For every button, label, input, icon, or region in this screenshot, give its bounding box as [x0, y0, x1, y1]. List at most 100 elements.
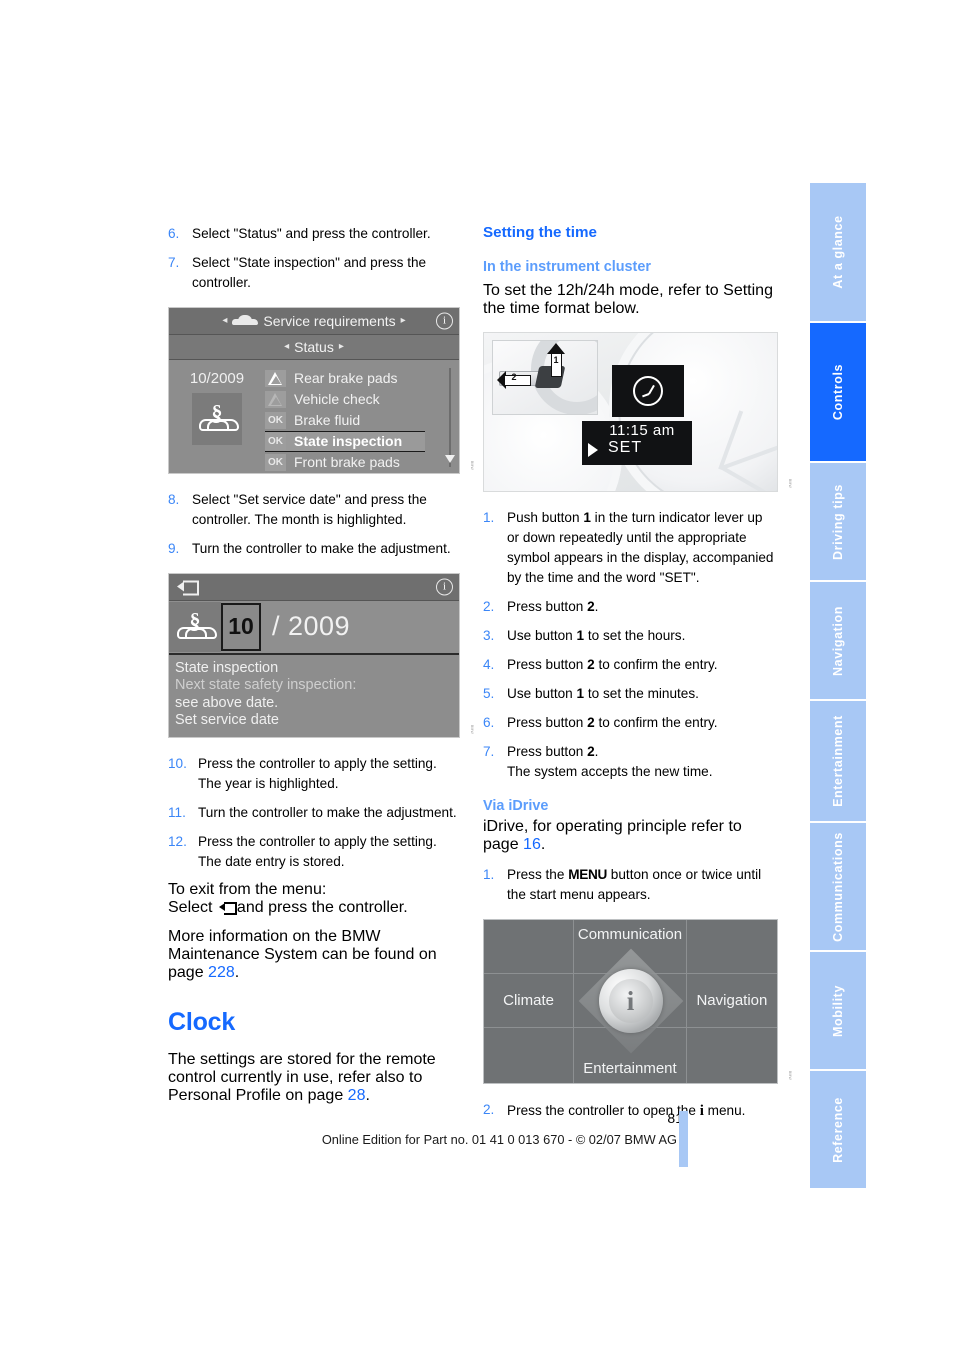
step-text-prefix: Press the: [507, 866, 569, 882]
chevron-down-icon[interactable]: [445, 454, 455, 463]
sidebar-item-entertainment[interactable]: Entertainment: [810, 701, 866, 821]
step-text: Press button 2. The system accepts the n…: [507, 743, 713, 779]
button-label: 1: [583, 510, 591, 525]
step-number: 6.: [168, 226, 180, 241]
list-item: 6. Select "Status" and press the control…: [168, 224, 460, 244]
menu-title: Service requirements: [263, 312, 396, 329]
sidebar-item-navigation[interactable]: Navigation: [810, 582, 866, 699]
list-item: 1. Press the MENU button once or twice u…: [483, 865, 778, 905]
back-arrow-icon[interactable]: [177, 580, 199, 596]
menu-item-entertainment[interactable]: Entertainment: [574, 1028, 687, 1083]
list-item-label: Vehicle check: [294, 391, 380, 408]
list-item: 2. Press button 2.: [483, 597, 778, 617]
figure-id-caption: BMW: [470, 725, 474, 735]
display-time: 11:15 am: [609, 422, 675, 439]
step-number: 6.: [483, 714, 495, 730]
list-item: 3. Use button 1 to set the hours.: [483, 626, 778, 646]
sidebar-item-label: At a glance: [831, 215, 845, 289]
button-label: 2: [587, 743, 595, 759]
list-item: 10. Press the controller to apply the se…: [168, 754, 460, 794]
step-number: 2.: [483, 598, 495, 614]
right-column: Setting the time In the instrument clust…: [483, 224, 792, 1131]
section-heading-setting-the-time: Setting the time: [483, 224, 597, 241]
idrive-steps-list-1: 1. Press the MENU button once or twice u…: [483, 865, 778, 905]
figure-set-service-date: i § 10 / 2009 State inspection Next stat…: [168, 572, 474, 739]
list-item-label: Front brake pads: [294, 454, 400, 471]
sidebar-item-mobility[interactable]: Mobility: [810, 952, 866, 1069]
list-item[interactable]: Rear brake pads: [265, 368, 425, 389]
scrollbar-track: [449, 367, 451, 467]
menu-cell-empty: [484, 1028, 575, 1083]
menu-center-cell[interactable]: [574, 973, 687, 1029]
step-number: 4.: [483, 656, 495, 672]
list-item-selected[interactable]: OK State inspection: [265, 430, 425, 452]
step-text: Select "State inspection" and press the …: [192, 254, 427, 290]
month-field-selected[interactable]: 10: [221, 602, 261, 651]
step-number: 9.: [168, 540, 180, 556]
step-text-suffix: menu.: [703, 1102, 746, 1118]
figure-id-caption: BMW: [470, 461, 474, 470]
menu-title-bar: ◂ Service requirements ▸ i: [169, 307, 459, 335]
set-service-date-screenshot: i § 10 / 2009 State inspection Next stat…: [168, 572, 460, 739]
sidebar-item-at-a-glance[interactable]: At a glance: [810, 183, 866, 321]
list-item: 6. Press button 2 to confirm the entry.: [483, 713, 778, 733]
list-item-label: Rear brake pads: [294, 370, 398, 387]
menu-button-label: MENU: [568, 866, 608, 882]
sidebar-item-driving-tips[interactable]: Driving tips: [810, 463, 866, 580]
steps-list-bottom: 10. Press the controller to apply the se…: [168, 754, 460, 872]
menu-item-communication[interactable]: Communication: [574, 919, 687, 974]
menu-cell-empty: [686, 920, 777, 974]
page-reference-link[interactable]: 28: [348, 1087, 366, 1104]
step-number: 10.: [168, 756, 187, 772]
manual-page: At a glance Controls Driving tips Naviga…: [0, 0, 954, 1351]
cluster-steps-list: 1. Push button 1 in the turn indicator l…: [483, 508, 778, 782]
idrive-intro-prefix: iDrive, for operating principle refer to…: [483, 817, 742, 853]
sidebar-item-label: Navigation: [831, 605, 845, 676]
step-text: Select "Status" and press the controller…: [192, 226, 431, 241]
clock-text-suffix: .: [365, 1087, 370, 1105]
clock-symbol-display: [612, 365, 684, 417]
page-reference-link[interactable]: 16: [523, 836, 541, 853]
info-icon: i: [436, 312, 453, 330]
clock-intro-text: The settings are stored for the remote c…: [168, 1051, 460, 1105]
callout-number-1: 1: [553, 355, 559, 365]
maintenance-note-suffix: .: [234, 964, 240, 982]
step-number: 8.: [168, 491, 180, 507]
sidebar-item-reference[interactable]: Reference: [810, 1071, 866, 1188]
instrument-cluster-photo: 1 1 2 11:15 am: [483, 332, 778, 492]
list-item[interactable]: OK Brake fluid: [265, 410, 425, 431]
list-item: 9. Turn the controller to make the adjus…: [168, 539, 460, 559]
sidebar-item-label: Reference: [831, 1096, 845, 1163]
list-item: 12. Press the controller to apply the se…: [168, 832, 460, 872]
step-number: 5.: [483, 685, 495, 701]
step-text: Use button 1 to set the hours.: [507, 627, 686, 643]
info-line: Set service date: [175, 711, 279, 728]
figure-id-caption: BMW: [788, 1070, 792, 1080]
menu-body: 10/2009 § Rear brake pads Vehicle check …: [169, 359, 459, 473]
screen-top-bar: i: [169, 573, 459, 601]
info-line: Next state safety inspection:: [175, 677, 357, 694]
menu-item-climate[interactable]: Climate: [484, 973, 575, 1029]
step-number: 11.: [168, 805, 186, 821]
year-field[interactable]: / 2009: [261, 611, 459, 642]
list-item-label: State inspection: [294, 433, 403, 450]
menu-item-navigation[interactable]: Navigation: [686, 974, 777, 1029]
sidebar-item-label: Controls: [831, 363, 845, 421]
ok-badge-icon: OK: [265, 411, 286, 429]
list-item[interactable]: OK Front brake pads: [265, 452, 425, 473]
sidebar-item-communications[interactable]: Communications: [810, 823, 866, 950]
idrive-intro-text: iDrive, for operating principle refer to…: [483, 818, 778, 854]
sidebar-item-controls[interactable]: Controls: [810, 323, 866, 461]
menu-subtitle: Status: [294, 338, 334, 355]
scrollbar[interactable]: [443, 367, 459, 467]
ok-badge-icon: OK: [265, 432, 286, 450]
step-text: Press the controller to apply the settin…: [198, 834, 437, 870]
page-reference-link[interactable]: 228: [208, 964, 235, 981]
subsection-heading-via-idrive: Via iDrive: [483, 797, 549, 814]
list-item[interactable]: Vehicle check: [265, 389, 425, 410]
info-icon: i: [436, 578, 453, 596]
exit-menu-note: To exit from the menu: Select and press …: [168, 881, 460, 917]
page-number: 81: [667, 1110, 683, 1126]
maintenance-system-note: More information on the BMW Maintenance …: [168, 928, 460, 982]
step-text: Turn the controller to make the adjustme…: [198, 805, 457, 821]
